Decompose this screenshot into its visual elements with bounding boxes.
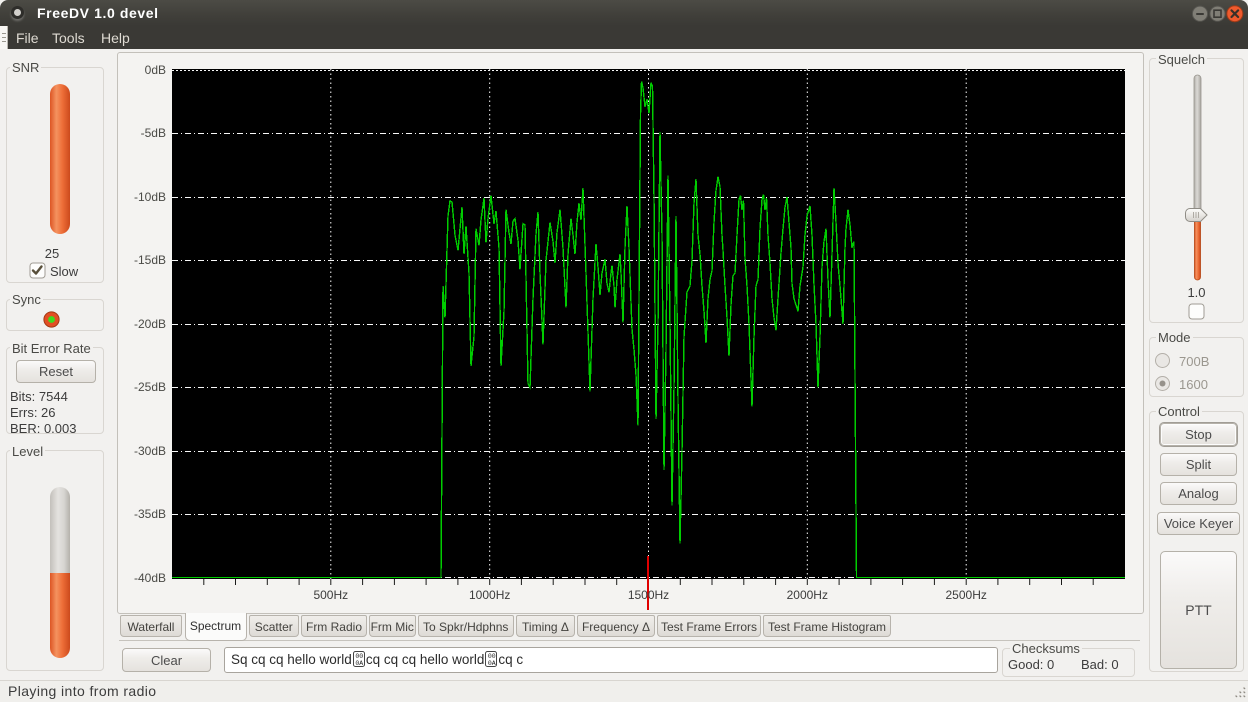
- svg-text:2500Hz: 2500Hz: [946, 588, 987, 602]
- svg-text:-15dB: -15dB: [134, 253, 166, 267]
- svg-text:1500Hz: 1500Hz: [628, 588, 669, 602]
- svg-text:-20dB: -20dB: [134, 317, 166, 331]
- svg-text:-5dB: -5dB: [141, 126, 166, 140]
- svg-text:0dB: 0dB: [145, 63, 166, 77]
- svg-text:-10dB: -10dB: [134, 190, 166, 204]
- svg-text:-30dB: -30dB: [134, 444, 166, 458]
- svg-text:1000Hz: 1000Hz: [469, 588, 510, 602]
- svg-text:500Hz: 500Hz: [313, 588, 348, 602]
- svg-text:-35dB: -35dB: [134, 507, 166, 521]
- svg-text:2000Hz: 2000Hz: [787, 588, 828, 602]
- svg-text:-40dB: -40dB: [134, 571, 166, 585]
- svg-text:-25dB: -25dB: [134, 380, 166, 394]
